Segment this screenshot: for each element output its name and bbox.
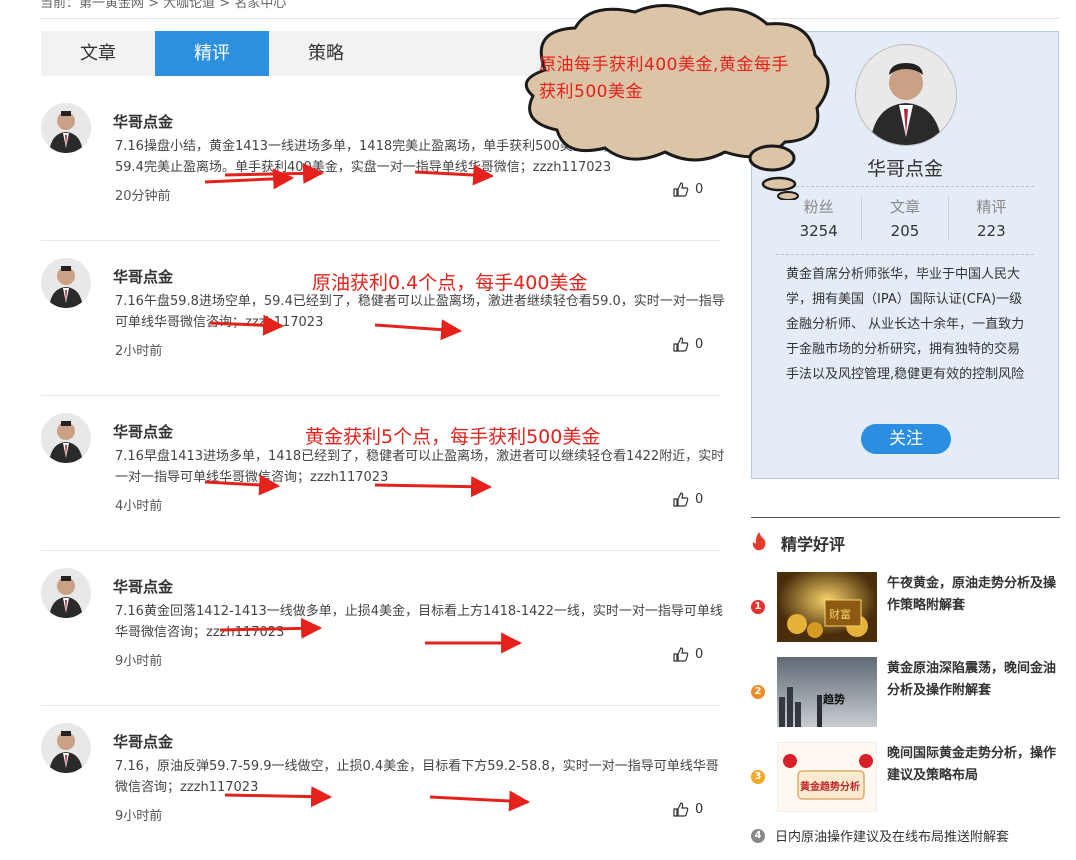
- red-arrow: [209, 314, 285, 336]
- thumbnail-text: 黄金趋势分析: [800, 780, 860, 793]
- follow-button[interactable]: 关注: [861, 424, 951, 454]
- red-arrow: [219, 617, 323, 639]
- red-arrow: [374, 476, 493, 498]
- rank-badge: 3: [751, 770, 765, 784]
- red-arrow: [374, 319, 463, 341]
- red-arrow: [429, 790, 531, 812]
- profile-bio: 黄金首席分析师张华，毕业于中国人民大学，拥有美国（IPA）国际认证(CFA)一级…: [786, 267, 1025, 382]
- red-arrow: [204, 474, 281, 496]
- divider: [776, 254, 1034, 255]
- gold-trend-analysis-image: 黄金趋势分析: [778, 743, 876, 811]
- fire-icon: [752, 532, 766, 551]
- stat-label: 文章: [889, 198, 920, 216]
- section-title: 精学好评: [781, 535, 846, 554]
- cloud-annotation-text: 原油每手获利400美金,黄金每手获利500美金: [539, 55, 789, 102]
- gold-coins-image: 财富: [777, 572, 877, 642]
- stat-label: 精评: [976, 198, 1007, 216]
- red-arrow: [224, 786, 333, 808]
- recommend-item-4[interactable]: 4 日内原油操作建议及在线布局推送附解套: [751, 826, 1009, 845]
- rank-badge: 1: [751, 600, 765, 614]
- person-avatar-icon: [856, 45, 956, 145]
- rank-badge: 4: [751, 828, 765, 843]
- recommend-title[interactable]: 午夜黄金，原油走势分析及操作策略附解套: [887, 573, 1062, 617]
- profile-avatar[interactable]: [855, 44, 957, 146]
- recommend-title[interactable]: 黄金原油深陷震荡，晚间金油分析及操作附解套: [887, 658, 1062, 702]
- thumbnail-text: 财富: [829, 607, 851, 621]
- stat-value: 3254: [799, 222, 838, 240]
- stat-reviews[interactable]: 精评 223: [947, 196, 1034, 240]
- stat-value: 205: [890, 222, 920, 240]
- city-trend-image: 趋势: [777, 657, 877, 727]
- article-thumbnail[interactable]: 黄金趋势分析: [777, 742, 877, 812]
- rank-badge: 2: [751, 685, 765, 699]
- red-arrow: [414, 164, 495, 186]
- recommend-title[interactable]: 日内原油操作建议及在线布局推送附解套: [775, 826, 1009, 845]
- stat-fans[interactable]: 粉丝 3254: [776, 196, 861, 240]
- thumbnail-text: 趋势: [823, 692, 845, 706]
- article-thumbnail[interactable]: 财富: [777, 572, 877, 642]
- stat-value: 223: [977, 222, 1006, 240]
- article-thumbnail[interactable]: 趋势: [777, 657, 877, 727]
- recommend-title[interactable]: 晚间国际黄金走势分析，操作建议及策略布局: [887, 743, 1062, 787]
- stat-articles[interactable]: 文章 205: [861, 196, 947, 240]
- red-arrow: [224, 162, 325, 184]
- profile-stats: 粉丝 3254 文章 205 精评 223: [776, 196, 1034, 240]
- red-arrow: [204, 168, 295, 190]
- section-divider: [751, 517, 1060, 518]
